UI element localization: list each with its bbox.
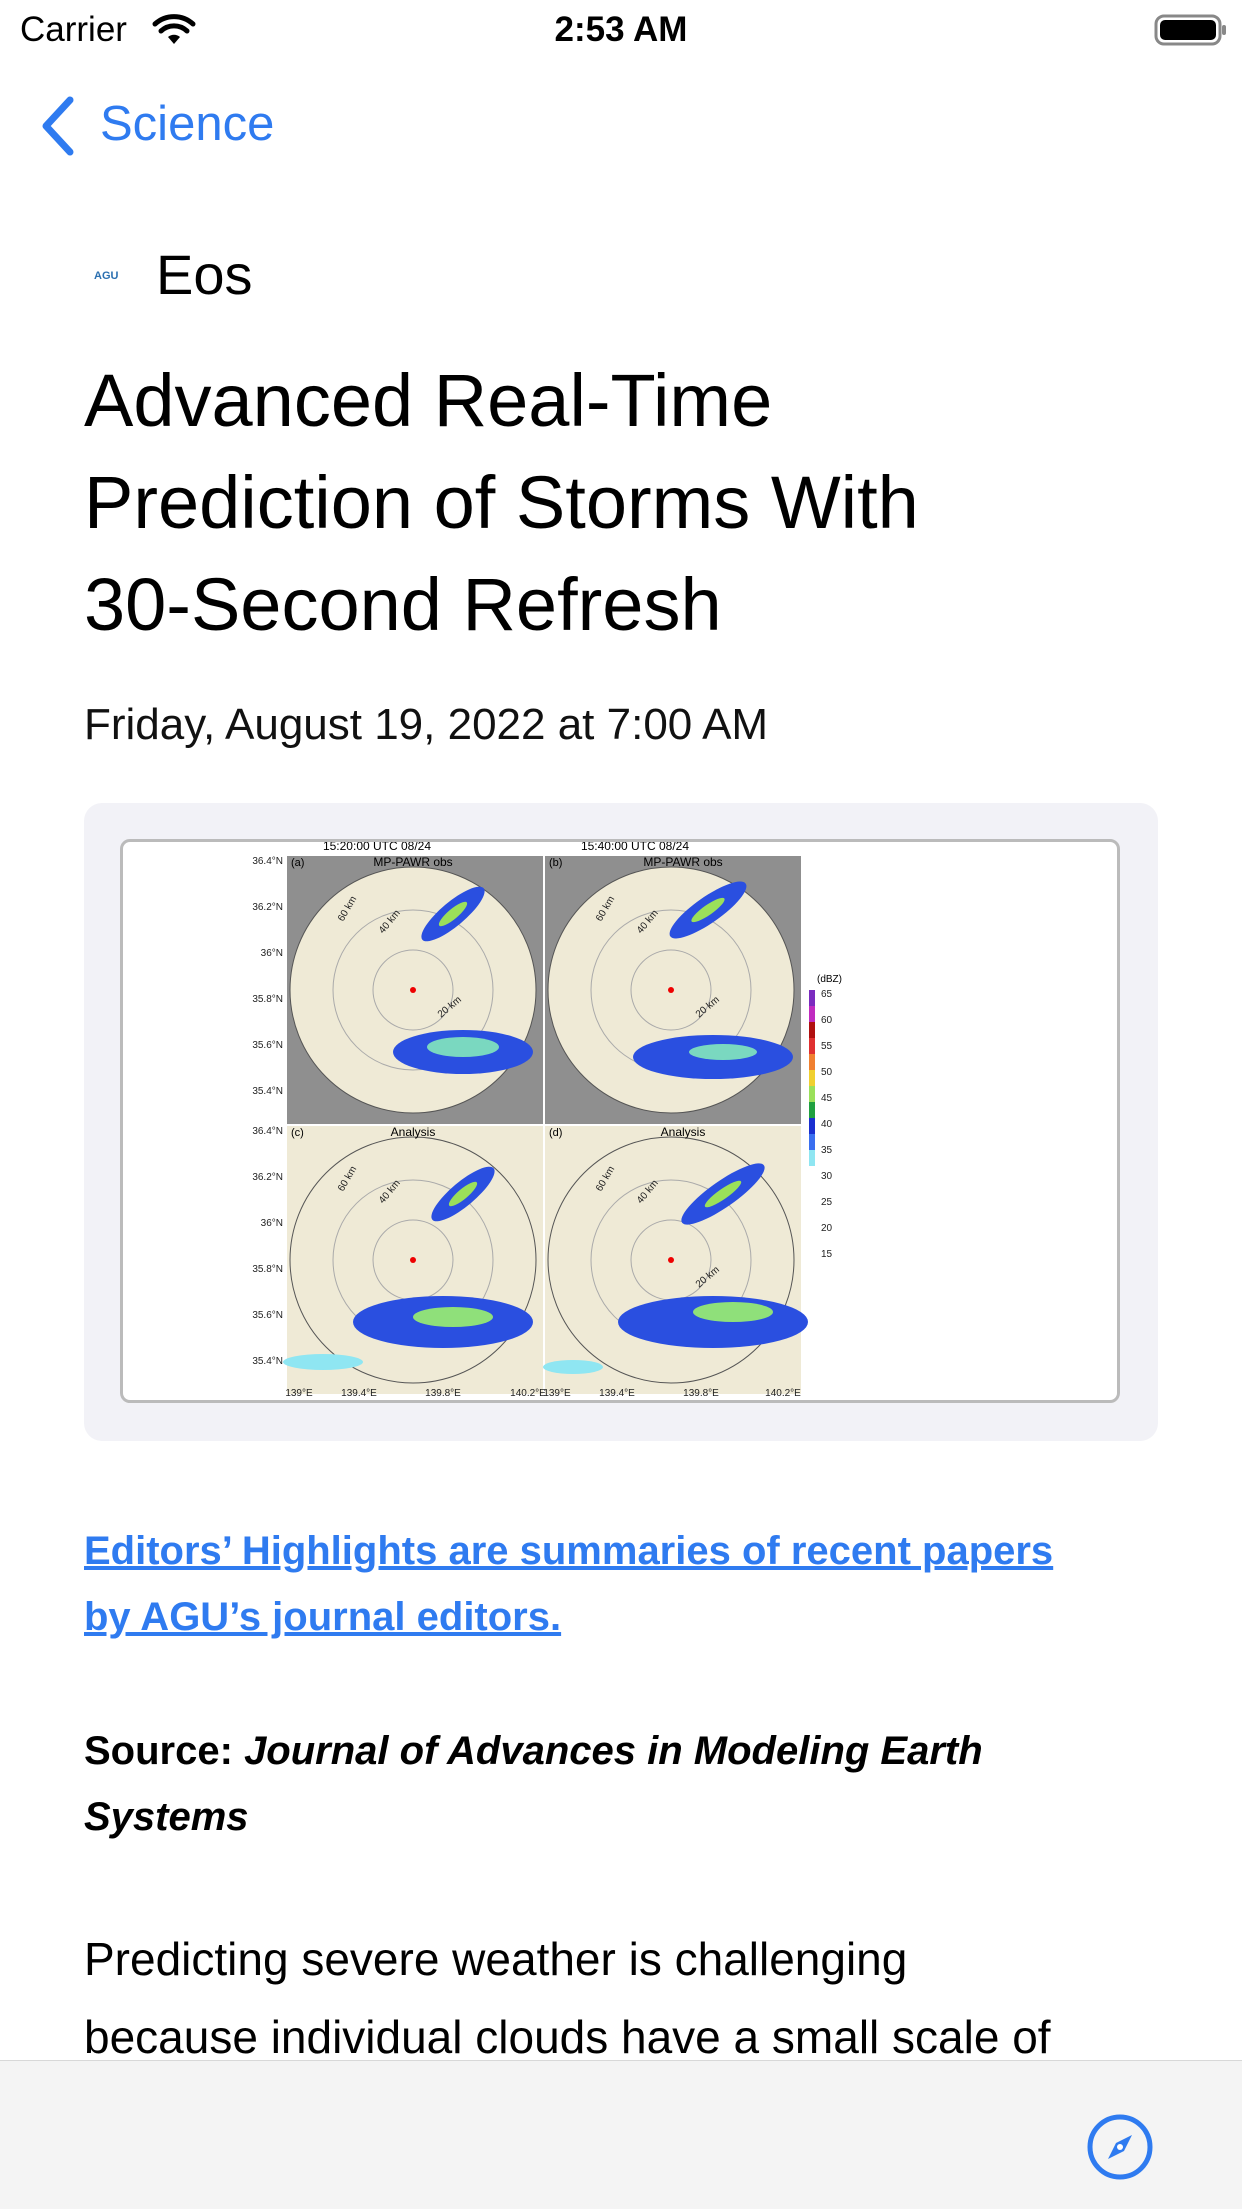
lon-tick: 139°E (285, 1388, 313, 1399)
lon-tick: 139.8°E (425, 1388, 461, 1399)
chevron-left-icon (38, 94, 78, 163)
svg-text:55: 55 (821, 1041, 833, 1052)
svg-text:65: 65 (821, 989, 833, 1000)
lat-tick: 36°N (261, 1218, 283, 1229)
lat-tick: 36.4°N (252, 1126, 283, 1137)
bottom-toolbar (0, 2060, 1242, 2209)
clock-time: 2:53 AM (554, 10, 688, 49)
lon-tick: 140.2°E (510, 1388, 546, 1399)
lat-tick: 35.8°N (252, 1264, 283, 1275)
panel-name: MP-PAWR obs (373, 855, 452, 869)
link-line: Editors’ Highlights are summaries of rec… (84, 1529, 1054, 1573)
lat-tick: 35.6°N (252, 1040, 283, 1051)
source-line: Source: Journal of Advances in Modeling … (84, 1718, 1184, 1850)
back-label: Science (100, 97, 275, 151)
panel-time-left: 15:20:00 UTC 08/24 (323, 842, 431, 853)
lat-tick: 36°N (261, 948, 283, 959)
figure-image: 15:20:00 UTC 08/24 15:40:00 UTC 08/24 36… (120, 839, 1120, 1403)
source-name: Eos (156, 243, 253, 306)
panel-name: MP-PAWR obs (643, 855, 722, 869)
lat-tick: 35.6°N (252, 1310, 283, 1321)
panel-label: (b) (549, 857, 562, 869)
journal-name: Journal of Advances in Modeling Earth (244, 1729, 983, 1773)
panel-name: Analysis (391, 1125, 436, 1139)
colorbar: (dBZ) 65 60 55 50 45 40 35 30 25 20 15 (809, 974, 842, 1260)
lat-tick: 36.4°N (252, 856, 283, 867)
lat-tick: 36.2°N (252, 902, 283, 913)
colorbar-unit: (dBZ) (817, 974, 842, 985)
svg-text:25: 25 (821, 1197, 833, 1208)
title-line: 30-Second Refresh (84, 563, 722, 646)
body-line: Predicting severe weather is challenging (84, 1933, 908, 1985)
lon-tick: 139.4°E (341, 1388, 377, 1399)
svg-text:45: 45 (821, 1093, 833, 1104)
svg-text:30: 30 (821, 1171, 833, 1182)
agu-logo: AGU (94, 270, 119, 282)
source-label: Source: (84, 1729, 233, 1773)
lon-tick: 139.8°E (683, 1388, 719, 1399)
title-line: Advanced Real-Time (84, 359, 773, 442)
svg-text:60: 60 (821, 1015, 833, 1026)
article-date: Friday, August 19, 2022 at 7:00 AM (84, 700, 769, 749)
article-body: Predicting severe weather is challenging… (84, 1920, 1184, 2076)
battery-icon (1154, 14, 1228, 53)
panel-time-right: 15:40:00 UTC 08/24 (581, 842, 689, 853)
title-line: Prediction of Storms With (84, 461, 919, 544)
journal-name-cont: Systems (84, 1795, 249, 1839)
nav-bar: Science (0, 88, 400, 168)
compass-icon[interactable] (1086, 2113, 1154, 2186)
svg-text:35: 35 (821, 1145, 833, 1156)
panel-label: (a) (291, 857, 304, 869)
svg-text:15: 15 (821, 1249, 833, 1260)
svg-text:40: 40 (821, 1119, 833, 1130)
svg-text:50: 50 (821, 1067, 833, 1078)
panel-label: (c) (291, 1127, 304, 1139)
article-title: Advanced Real-Time Prediction of Storms … (84, 350, 1184, 656)
lat-tick: 35.4°N (252, 1086, 283, 1097)
panel-name: Analysis (661, 1125, 706, 1139)
lat-tick: 35.4°N (252, 1356, 283, 1367)
article-figure[interactable]: 15:20:00 UTC 08/24 15:40:00 UTC 08/24 36… (84, 803, 1158, 1441)
panel-label: (d) (549, 1127, 562, 1139)
lon-tick: 139°E (543, 1388, 571, 1399)
lon-tick: 140.2°E (765, 1388, 801, 1399)
status-bar: Carrier 2:53 AM (0, 0, 1242, 64)
svg-text:20: 20 (821, 1223, 833, 1234)
link-line: by AGU’s journal editors. (84, 1595, 562, 1639)
lon-tick: 139.4°E (599, 1388, 635, 1399)
editors-highlights-link[interactable]: Editors’ Highlights are summaries of rec… (84, 1518, 1184, 1650)
lat-tick: 36.2°N (252, 1172, 283, 1183)
lat-tick: 35.8°N (252, 994, 283, 1005)
